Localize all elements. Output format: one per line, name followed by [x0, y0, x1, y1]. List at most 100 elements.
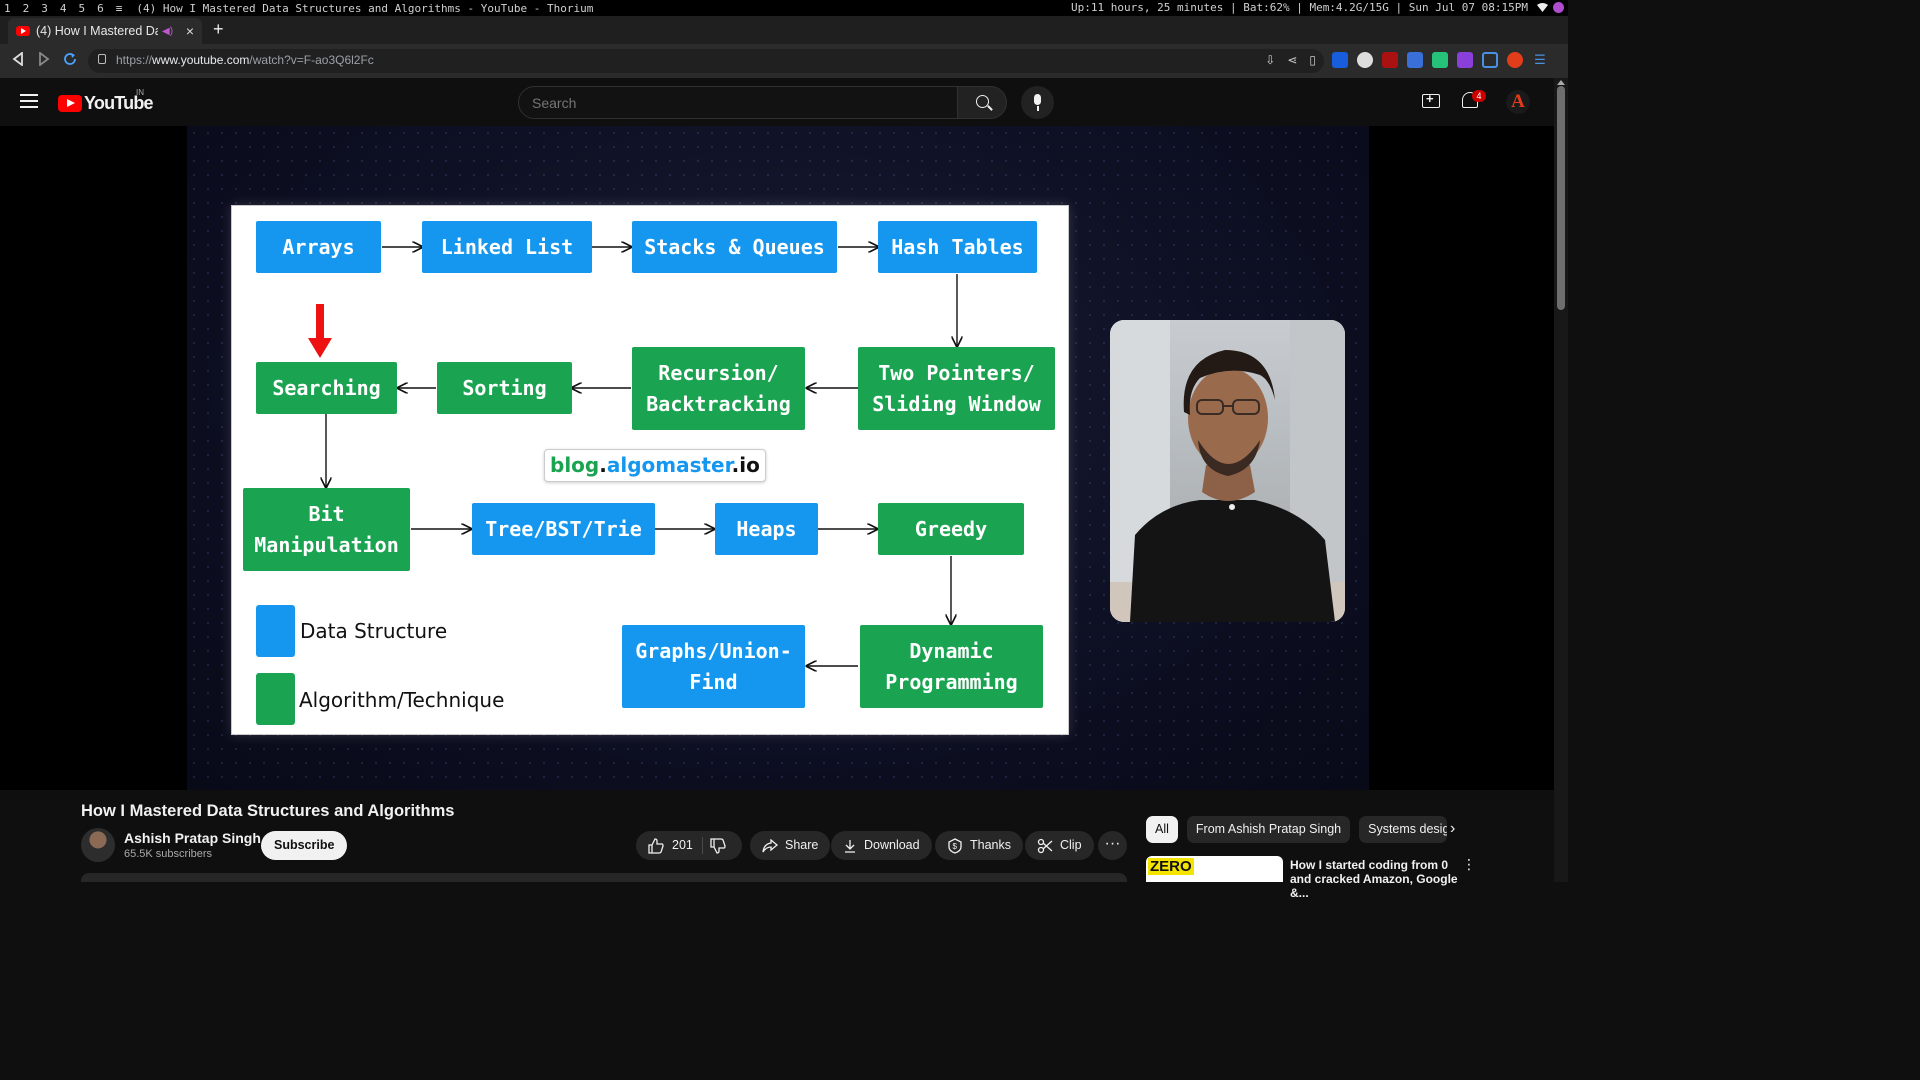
video-frame[interactable]: Arrays Linked List Stacks & Queues Hash … [187, 126, 1369, 790]
forward-icon[interactable] [38, 51, 50, 69]
create-video-icon[interactable] [1422, 91, 1440, 108]
share-arrow-icon [762, 838, 778, 852]
download-button[interactable]: Download [831, 831, 932, 860]
hamburger-menu-icon[interactable] [20, 94, 38, 108]
thumbs-down-icon [710, 837, 726, 854]
like-dislike-group: 201 [636, 831, 742, 860]
dislike-button[interactable] [710, 831, 742, 860]
channel-name[interactable]: Ashish Pratap Singh [124, 830, 261, 846]
notification-count-badge: 4 [1472, 90, 1486, 102]
share-button[interactable]: Share [750, 831, 831, 860]
install-app-icon[interactable]: ⇩ [1265, 53, 1275, 67]
recommended-video-thumbnail[interactable]: ZERO [1146, 856, 1283, 882]
recommended-video-menu-icon[interactable]: ⋮ [1462, 856, 1476, 873]
node-sorting: Sorting [437, 362, 572, 414]
flask-extension-icon[interactable] [1432, 52, 1448, 68]
lines-extension-icon[interactable] [1457, 52, 1473, 68]
voice-search-mic-icon[interactable] [1021, 86, 1054, 119]
clip-button[interactable]: Clip [1025, 831, 1094, 860]
menu-icon[interactable]: ☰ [1532, 52, 1548, 68]
bookmark-icon[interactable]: ▯ [1309, 53, 1316, 67]
chip-from-channel[interactable]: From Ashish Pratap Singh [1186, 816, 1351, 843]
node-heaps: Heaps [715, 503, 818, 555]
legend-data-structure-label: Data Structure [300, 619, 448, 643]
video-details: How I Mastered Data Structures and Algor… [0, 790, 1554, 900]
thorium-tray-icon [1553, 2, 1564, 13]
address-bar[interactable]: https://www.youtube.com/watch?v=F-ao3Q6l… [88, 49, 1324, 73]
workspace-2[interactable]: 2 [23, 2, 30, 15]
description-box[interactable] [81, 873, 1127, 882]
blog-url-label: blog.algomaster.io [544, 449, 766, 482]
cloud-extension-icon[interactable] [1357, 52, 1373, 68]
workspace-4[interactable]: 4 [60, 2, 67, 15]
dsa-roadmap-slide: Arrays Linked List Stacks & Queues Hash … [231, 205, 1069, 735]
legend-data-structure-swatch [256, 605, 295, 657]
url-text[interactable]: https://www.youtube.com/watch?v=F-ao3Q6l… [116, 53, 374, 67]
youtube-play-icon [58, 95, 82, 112]
video-player[interactable]: Arrays Linked List Stacks & Queues Hash … [0, 126, 1554, 790]
tab-title: (4) How I Mastered Data Structures and A… [36, 24, 158, 38]
like-count: 201 [672, 838, 693, 852]
puzzle-extension-icon[interactable] [1407, 52, 1423, 68]
scissors-icon [1037, 838, 1053, 853]
subscriber-count: 65.5K subscribers [124, 848, 213, 860]
recommended-video-title[interactable]: How I started coding from 0 and cracked … [1290, 858, 1460, 900]
country-code: IN [136, 88, 144, 97]
search-input[interactable] [519, 87, 957, 118]
bitwarden-extension-icon[interactable] [1332, 52, 1348, 68]
chip-all[interactable]: All [1146, 816, 1178, 843]
window-manager-bar: 1 2 3 4 5 6 ≡ (4) How I Mastered Data St… [0, 0, 1568, 16]
more-actions-button[interactable]: ··· [1098, 831, 1127, 860]
node-bit-manipulation: Bit Manipulation [243, 488, 410, 571]
reload-icon[interactable] [63, 52, 77, 69]
workspace-6[interactable]: 6 [97, 2, 104, 15]
like-button[interactable]: 201 [636, 831, 702, 860]
search-button[interactable] [957, 86, 1007, 119]
search-box[interactable] [518, 86, 958, 119]
share-icon[interactable]: ⋖ [1287, 53, 1297, 67]
channel-avatar[interactable] [81, 828, 115, 862]
ublock-extension-icon[interactable] [1382, 52, 1398, 68]
node-linked-list: Linked List [422, 221, 592, 273]
red-down-arrow [308, 304, 332, 358]
back-icon[interactable] [12, 51, 24, 69]
legend-algorithm-swatch [256, 673, 295, 725]
workspace-list: 1 2 3 4 5 6 ≡ [0, 2, 122, 15]
legend-algorithm-label: Algorithm/Technique [299, 688, 505, 712]
window-title: (4) How I Mastered Data Structures and A… [136, 1, 594, 15]
workspace-3[interactable]: 3 [41, 2, 48, 15]
sidepanel-icon[interactable] [1482, 52, 1498, 68]
youtube-logo[interactable]: YouTube IN [58, 88, 154, 114]
node-recursion-backtracking: Recursion/Backtracking [632, 347, 805, 430]
lock-icon[interactable] [98, 54, 106, 64]
account-avatar[interactable]: A [1506, 90, 1530, 114]
scrollbar-thumb[interactable] [1557, 86, 1565, 310]
workspace-1[interactable]: 1 [4, 2, 11, 15]
node-tree-bst-trie: Tree/BST/Trie [472, 503, 655, 555]
audio-playing-icon[interactable]: ◀) [162, 26, 173, 37]
svg-text:$: $ [953, 842, 958, 851]
chip-systems-design[interactable]: Systems design [1359, 816, 1448, 843]
node-arrays: Arrays [256, 221, 381, 273]
video-title: How I Mastered Data Structures and Algor… [81, 802, 455, 820]
profile-icon[interactable] [1507, 52, 1523, 68]
super-thanks-icon: $ [948, 837, 962, 854]
tab-strip: (4) How I Mastered Data Structures and A… [0, 16, 1568, 52]
youtube-favicon-icon [16, 26, 30, 36]
node-graphs-union-find: Graphs/Union- Find [622, 625, 805, 708]
wifi-icon [1537, 2, 1548, 13]
node-hash-tables: Hash Tables [878, 221, 1037, 273]
page-scrollbar[interactable] [1554, 78, 1568, 882]
node-dynamic-programming: Dynamic Programming [860, 625, 1043, 708]
related-filter-chips: All From Ashish Pratap Singh Systems des… [1146, 816, 1448, 843]
node-greedy: Greedy [878, 503, 1024, 555]
new-tab-button[interactable]: + [213, 19, 224, 40]
youtube-header: YouTube IN 4 A [0, 78, 1568, 126]
subscribe-button[interactable]: Subscribe [261, 831, 348, 860]
tab-youtube[interactable]: (4) How I Mastered Data Structures and A… [8, 18, 202, 44]
thanks-button[interactable]: $ Thanks [935, 831, 1023, 860]
chips-next-chevron-icon[interactable]: › [1450, 820, 1455, 838]
extensions-area: ☰ [1332, 52, 1548, 68]
tab-close-icon[interactable]: × [186, 23, 194, 39]
workspace-5[interactable]: 5 [79, 2, 86, 15]
